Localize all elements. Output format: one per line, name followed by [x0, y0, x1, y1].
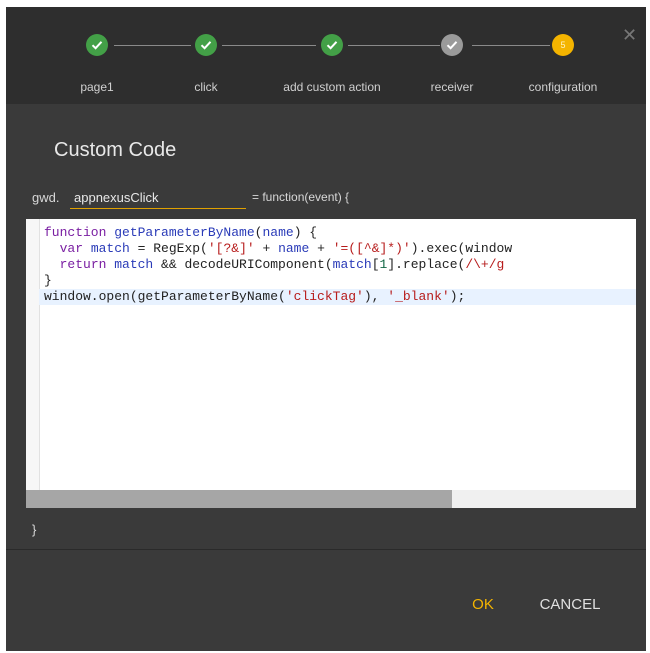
step-connector [114, 45, 191, 46]
step-label: configuration [528, 80, 598, 94]
code-token: name [262, 225, 294, 240]
code-token: getParameterByName [114, 225, 255, 240]
step-number-badge: 5 [552, 34, 574, 56]
code-token: && decodeURIComponent( [153, 257, 333, 272]
code-token: [ [371, 257, 380, 272]
ok-button[interactable]: OK [458, 592, 508, 618]
cancel-button[interactable]: CANCEL [528, 592, 612, 618]
stepper: page1 click add custom action receiver 5… [6, 7, 646, 104]
code-token: + [309, 241, 333, 256]
code-token: ).exec(window [410, 241, 513, 256]
code-token: match [90, 241, 130, 256]
code-token: /\+/g [465, 257, 505, 272]
code-token: window.open(getParameterByName( [44, 289, 286, 304]
step-label: receiver [430, 80, 474, 94]
step-connector [472, 45, 550, 46]
function-name-input[interactable] [70, 187, 246, 209]
code-token: ].replace( [387, 257, 466, 272]
footer-divider [6, 549, 646, 550]
code-line[interactable]: return match && decodeURIComponent(match… [44, 257, 636, 273]
close-icon[interactable]: ✕ [622, 26, 637, 44]
step-connector [348, 45, 440, 46]
code-token: var [59, 241, 91, 256]
step-label: click [194, 80, 218, 94]
code-line[interactable]: var match = RegExp('[?&]' + name + '=([^… [44, 241, 636, 257]
check-icon [195, 34, 217, 56]
function-signature: = function(event) { [252, 190, 350, 204]
code-token: '=([^&]*)' [332, 241, 411, 256]
editor-gutter [26, 219, 40, 490]
custom-code-dialog: page1 click add custom action receiver 5… [6, 7, 646, 651]
code-token: '_blank' [387, 289, 450, 304]
code-token: match [332, 257, 372, 272]
code-token: match [114, 257, 154, 272]
check-icon [86, 34, 108, 56]
dialog-title: Custom Code [54, 139, 177, 161]
code-token: function [44, 225, 115, 240]
code-token: name [278, 241, 310, 256]
code-token: ) { [293, 225, 318, 240]
code-token: } [44, 273, 52, 288]
code-token: 'clickTag' [285, 289, 364, 304]
check-icon [441, 34, 463, 56]
code-token: ), [363, 289, 388, 304]
function-closing-brace: } [32, 522, 37, 537]
step-connector [222, 45, 316, 46]
code-line[interactable]: } [44, 273, 636, 289]
step-label: page1 [80, 80, 114, 94]
code-line[interactable]: window.open(getParameterByName('clickTag… [39, 289, 636, 305]
code-line[interactable]: function getParameterByName(name) { [44, 225, 636, 241]
code-token: ); [449, 289, 466, 304]
code-token: + [254, 241, 279, 256]
code-token: return [59, 257, 115, 272]
function-prefix: gwd. [32, 190, 60, 205]
check-icon [321, 34, 343, 56]
code-content[interactable]: function getParameterByName(name) { var … [39, 225, 636, 305]
code-editor[interactable]: function getParameterByName(name) { var … [26, 219, 636, 508]
step-label: add custom action [283, 80, 381, 94]
horizontal-scrollbar-thumb[interactable] [26, 490, 452, 508]
code-token: = RegExp( [129, 241, 208, 256]
code-token: '[?&]' [207, 241, 255, 256]
